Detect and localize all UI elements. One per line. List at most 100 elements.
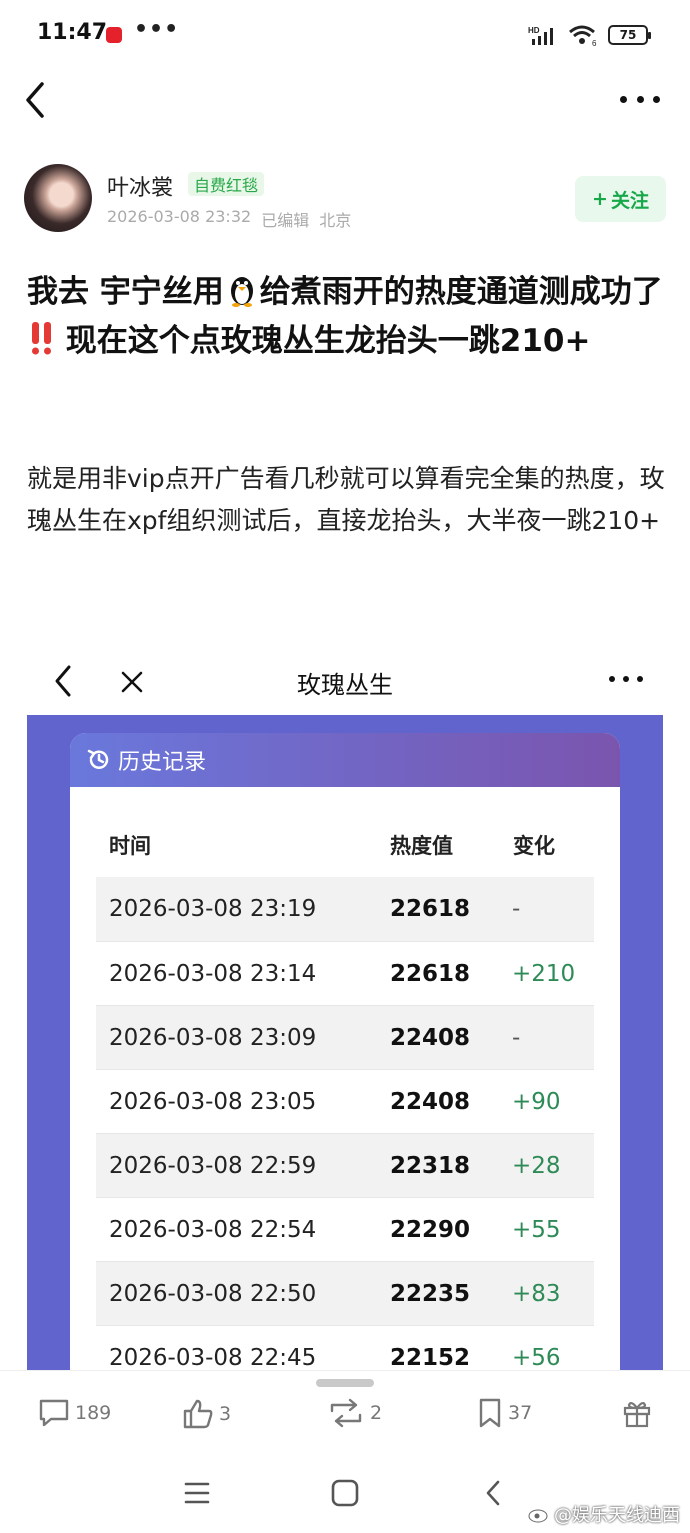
- status-more-icon: •••: [134, 17, 180, 42]
- post-title-part2: 给煮雨开的热度通道测成功了: [259, 274, 663, 310]
- post-meta: 2026-03-08 23:32 已编辑 北京: [107, 207, 351, 231]
- battery-level: 75: [619, 28, 637, 42]
- thumbs-up-icon: [183, 1399, 213, 1429]
- gift-icon: [623, 1401, 651, 1428]
- post-edited: 已编辑: [261, 211, 310, 230]
- post-date: 2026-03-08 23:32: [107, 207, 252, 226]
- embed-more-icon: [609, 676, 643, 684]
- row-change: +90: [512, 1088, 561, 1115]
- column-header-time: 时间: [109, 834, 151, 858]
- system-navigation-bar: @娱乐天线迪西: [0, 1460, 690, 1533]
- post-body: 就是用非vip点开广告看几秒就可以算看完全集的热度，玫瑰丛生在xpf组织测试后，…: [27, 464, 665, 535]
- table-row: 2026-03-08 23:09 22408 -: [96, 1005, 594, 1069]
- row-time: 2026-03-08 23:14: [109, 960, 317, 987]
- like-count: 3: [219, 1403, 232, 1425]
- more-dot: [609, 676, 615, 682]
- action-bar: 189 3 2 37: [0, 1370, 690, 1460]
- back-nav-icon[interactable]: [481, 1478, 505, 1508]
- more-options-button[interactable]: [620, 86, 660, 112]
- more-dot: [620, 95, 627, 103]
- table-row: 2026-03-08 22:45 22152 +56: [96, 1325, 594, 1370]
- row-value: 22152: [390, 1344, 471, 1371]
- embed-nav-bar: 玫瑰丛生: [27, 645, 663, 715]
- row-time: 2026-03-08 22:54: [109, 1216, 317, 1243]
- row-value: 22318: [390, 1152, 471, 1179]
- row-time: 2026-03-08 22:59: [109, 1152, 317, 1179]
- home-icon[interactable]: [330, 1478, 360, 1508]
- more-dot: [653, 95, 660, 103]
- embed-title: 玫瑰丛生: [297, 671, 393, 699]
- weibo-logo-icon: [528, 1509, 548, 1523]
- table-row: 2026-03-08 22:54 22290 +55: [96, 1197, 594, 1261]
- row-change: -: [512, 896, 521, 922]
- row-time: 2026-03-08 23:09: [109, 1024, 317, 1051]
- wifi-icon: 6: [569, 25, 597, 46]
- row-value: 22235: [390, 1280, 471, 1307]
- status-time: 11:47: [37, 20, 108, 45]
- follow-button[interactable]: + 关注: [575, 176, 666, 222]
- penguin-icon: [230, 277, 253, 307]
- post-title-part1: 我去 宇宁丝用: [27, 274, 224, 310]
- wifi-band: 6: [592, 39, 597, 46]
- network-type: HD: [528, 26, 540, 35]
- follow-label: 关注: [610, 189, 649, 212]
- recent-apps-icon[interactable]: [183, 1480, 211, 1506]
- row-change: +83: [512, 1280, 561, 1307]
- row-time: 2026-03-08 23:19: [109, 896, 317, 922]
- column-header-value: 热度值: [390, 834, 453, 858]
- repost-button[interactable]: 2: [326, 1397, 382, 1429]
- post-location: 北京: [319, 211, 352, 230]
- comment-count: 189: [75, 1402, 112, 1424]
- comment-button[interactable]: 189: [37, 1397, 111, 1429]
- row-change: +56: [512, 1344, 561, 1371]
- status-bar: 11:47 ••• HD 6 75: [0, 0, 690, 70]
- table-row: 2026-03-08 23:19 22618 -: [96, 877, 594, 941]
- table-row: 2026-03-08 23:14 22618 +210: [96, 941, 594, 1005]
- chevron-left-icon: [26, 82, 44, 118]
- more-dot: [623, 676, 629, 682]
- row-time: 2026-03-08 22:45: [109, 1344, 317, 1371]
- embedded-screenshot[interactable]: 玫瑰丛生 历史记录 时间 热度值 变化 2026-03-08 23:19 226…: [27, 645, 663, 1370]
- comment-icon: [39, 1399, 69, 1427]
- favorite-count: 37: [508, 1402, 533, 1424]
- repost-count: 2: [370, 1402, 383, 1424]
- row-value: 22618: [390, 896, 471, 922]
- double-exclamation-icon: [32, 322, 51, 355]
- table-row: 2026-03-08 22:59 22318 +28: [96, 1133, 594, 1197]
- bookmark-icon: [479, 1398, 501, 1428]
- post-title-part3: 现在这个点玫瑰丛生龙抬头一跳210+: [55, 323, 591, 359]
- signal-icon: HD: [528, 26, 553, 45]
- status-indicators: HD 6 75: [528, 24, 651, 46]
- app-notification-icon: [106, 27, 122, 43]
- favorite-button[interactable]: 37: [476, 1397, 532, 1429]
- row-value: 22408: [390, 1088, 471, 1115]
- post-title: 我去 宇宁丝用 给煮雨开的热度通道测成功了 现在这个点玫瑰丛生龙抬头一跳210+: [27, 268, 667, 366]
- row-value: 22408: [390, 1024, 471, 1051]
- row-change: +28: [512, 1152, 561, 1179]
- row-change: -: [512, 1024, 521, 1051]
- row-time: 2026-03-08 22:50: [109, 1280, 317, 1307]
- row-value: 22290: [390, 1216, 471, 1243]
- more-dot: [636, 95, 644, 103]
- battery-icon: 75: [608, 25, 651, 45]
- avatar[interactable]: [24, 164, 92, 232]
- row-value: 22618: [390, 960, 471, 987]
- repost-icon: [330, 1398, 362, 1428]
- row-change: +55: [512, 1216, 561, 1243]
- column-header-change: 变化: [513, 834, 555, 858]
- history-title: 历史记录: [118, 750, 207, 775]
- table-row: 2026-03-08 22:50 22235 +83: [96, 1261, 594, 1325]
- author-name[interactable]: 叶冰裳: [107, 170, 173, 202]
- more-dot: [637, 676, 643, 682]
- gift-button[interactable]: [621, 1397, 653, 1429]
- watermark: @娱乐天线迪西: [528, 1501, 680, 1527]
- scroll-handle[interactable]: [316, 1379, 374, 1387]
- like-button[interactable]: 3: [181, 1397, 231, 1431]
- author-badge: 自费红毯: [188, 172, 265, 196]
- back-button[interactable]: [18, 78, 58, 122]
- watermark-text: @娱乐天线迪西: [554, 1505, 680, 1526]
- history-header: 历史记录: [70, 733, 620, 787]
- plus-icon: +: [592, 188, 608, 210]
- row-time: 2026-03-08 23:05: [109, 1088, 317, 1115]
- row-change: +210: [512, 960, 576, 987]
